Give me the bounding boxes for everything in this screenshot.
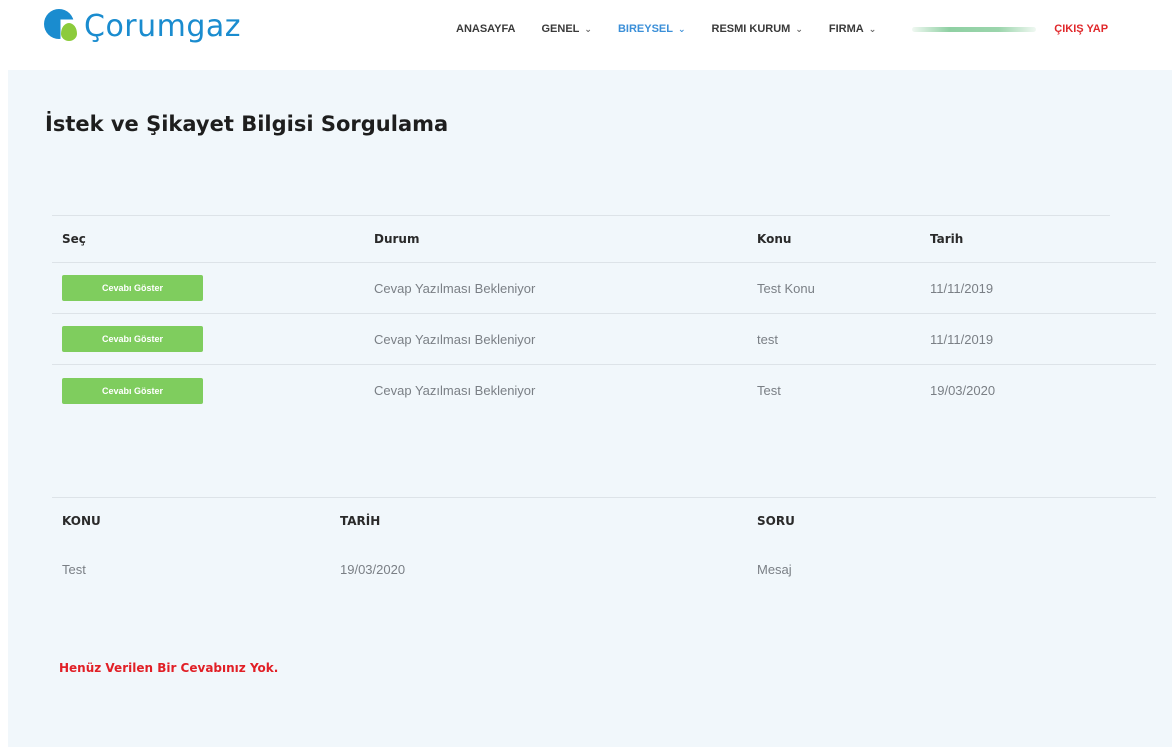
- nav-item-label: GENEL: [541, 23, 580, 35]
- table-row: Test 19/03/2020 Mesaj: [52, 544, 1156, 595]
- select-cell: Cevabı Göster: [62, 314, 203, 364]
- subject-cell: Test: [757, 383, 781, 398]
- column-header-date: Tarih: [930, 232, 964, 246]
- chevron-down-icon: ⌄: [868, 23, 877, 34]
- site-header: Çorumgaz ANASAYFA GENEL ⌄ BIREYSEL ⌄ RES…: [0, 0, 1172, 68]
- chevron-down-icon: ⌄: [584, 23, 592, 34]
- column-header-subject: KONU: [62, 514, 101, 528]
- answer-detail-table: KONU TARİH SORU Test 19/03/2020 Mesaj: [52, 497, 1156, 595]
- status-cell: Cevap Yazılması Bekleniyor: [374, 383, 536, 398]
- logout-label: ÇIKIŞ YAP: [1054, 23, 1109, 35]
- column-header-select: Seç: [62, 232, 86, 246]
- show-answer-button[interactable]: Cevabı Göster: [62, 326, 203, 352]
- question-cell: Mesaj: [757, 562, 792, 577]
- brand-logo[interactable]: Çorumgaz: [44, 6, 241, 46]
- nav-item-resmi-kurum[interactable]: RESMI KURUM ⌄: [712, 23, 803, 35]
- date-cell: 19/03/2020: [930, 383, 996, 398]
- page-title: İstek ve Şikayet Bilgisi Sorgulama: [45, 112, 449, 136]
- nav-item-label: BIREYSEL: [617, 23, 673, 35]
- brand-name: Çorumgaz: [84, 8, 242, 44]
- table-header-row: KONU TARİH SORU: [52, 497, 1156, 544]
- date-cell: 11/11/2019: [930, 331, 994, 347]
- redacted-username: [912, 26, 1037, 32]
- nav-item-label: RESMI KURUM: [711, 23, 791, 35]
- column-header-subject: Konu: [757, 232, 792, 246]
- date-cell: 19/03/2020: [340, 562, 406, 577]
- select-cell: Cevabı Göster: [62, 365, 203, 416]
- no-answer-message: Henüz Verilen Bir Cevabınız Yok.: [59, 661, 279, 675]
- subject-cell: Test Konu: [757, 280, 815, 296]
- nav-item-label: ANASAYFA: [456, 23, 516, 35]
- table-header-row: Seç Durum Konu Tarih: [52, 216, 1156, 263]
- chevron-down-icon: ⌄: [795, 23, 803, 34]
- logo-mark-icon: [44, 7, 82, 45]
- chevron-down-icon: ⌄: [677, 23, 686, 34]
- logout-link[interactable]: ÇIKIŞ YAP: [1054, 23, 1108, 35]
- requests-table: Seç Durum Konu Tarih Cevabı Göster Cevap…: [52, 216, 1156, 416]
- select-cell: Cevabı Göster: [62, 263, 203, 313]
- nav-item-genel[interactable]: GENEL ⌄: [542, 23, 592, 35]
- subject-cell: Test: [62, 562, 86, 577]
- nav-item-label: FIRMA: [828, 23, 864, 35]
- table-row: Cevabı Göster Cevap Yazılması Bekleniyor…: [52, 263, 1156, 314]
- status-cell: Cevap Yazılması Bekleniyor: [374, 331, 536, 347]
- table-row: Cevabı Göster Cevap Yazılması Bekleniyor…: [52, 365, 1156, 416]
- nav-item-anasayfa[interactable]: ANASAYFA: [456, 23, 516, 35]
- date-cell: 11/11/2019: [930, 280, 994, 296]
- status-cell: Cevap Yazılması Bekleniyor: [374, 280, 536, 296]
- main-nav: ANASAYFA GENEL ⌄ BIREYSEL ⌄ RESMI KURUM …: [456, 18, 1108, 40]
- column-header-question: SORU: [757, 514, 795, 528]
- column-header-date: TARİH: [340, 514, 381, 528]
- nav-item-firma[interactable]: FIRMA ⌄: [829, 23, 876, 35]
- table-row: Cevabı Göster Cevap Yazılması Bekleniyor…: [52, 314, 1156, 365]
- subject-cell: test: [757, 331, 778, 347]
- show-answer-button[interactable]: Cevabı Göster: [62, 377, 203, 404]
- content-panel: İstek ve Şikayet Bilgisi Sorgulama Seç D…: [8, 70, 1172, 747]
- show-answer-button[interactable]: Cevabı Göster: [62, 275, 203, 301]
- column-header-status: Durum: [374, 232, 420, 246]
- nav-item-bireysel[interactable]: BIREYSEL ⌄: [618, 23, 686, 35]
